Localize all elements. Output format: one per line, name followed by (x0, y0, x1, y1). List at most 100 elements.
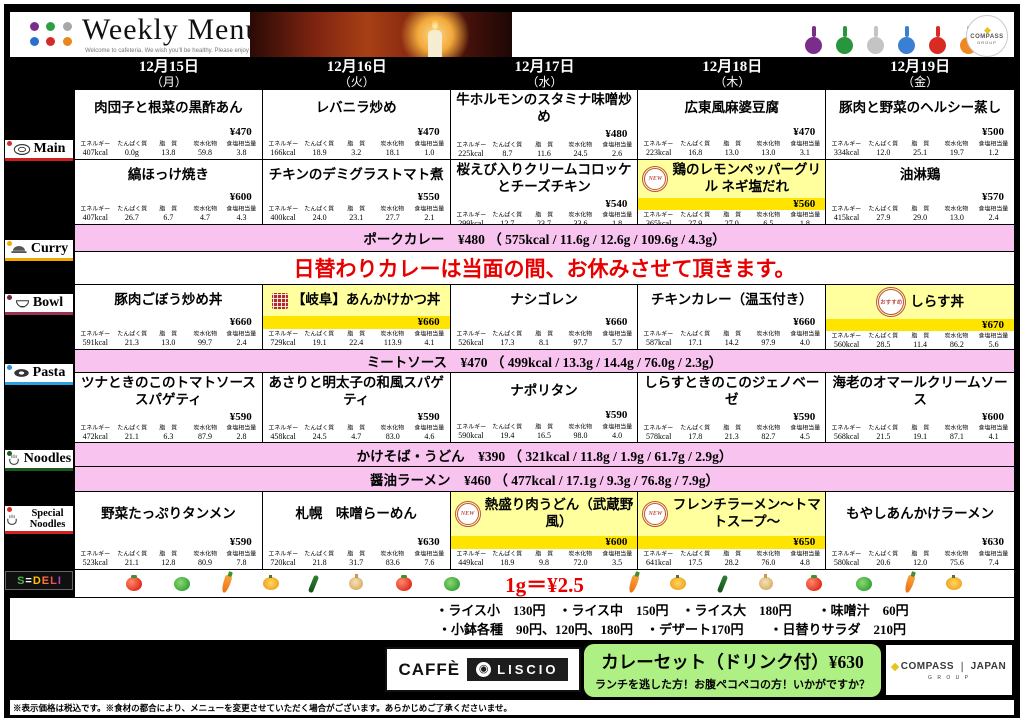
nutrition-col: たんぱく質24.5 (301, 423, 338, 441)
nutrition-col: たんぱく質17.3 (489, 329, 526, 347)
nutrition-col: 食塩相当量4.5 (787, 423, 824, 441)
nutrition-value: 87.1 (938, 433, 975, 441)
candle-flame-icon (432, 18, 438, 30)
nutrition-label: たんぱく質 (868, 140, 899, 149)
menu-item-price: ¥590 (793, 411, 815, 423)
footnote: ※表示価格は税込です。※食材の都合により、メニューを変更させていただく場合がござ… (10, 700, 1014, 715)
nutrition-label: 脂 質 (153, 424, 184, 433)
nutrition-label: 脂 質 (528, 211, 559, 220)
nutrition-col: 脂 質23.7 (526, 210, 563, 224)
nutrition-table: エネルギー449kcalたんぱく質18.9脂 質9.8炭水化物72.0食塩相当量… (451, 549, 638, 569)
noodle-bowl-icon (5, 512, 19, 527)
menu-item-price: ¥590 (230, 536, 252, 548)
nutrition-value: 0.0g (114, 149, 151, 157)
nutrition-value: 26.7 (114, 214, 151, 222)
menu-cell: 肉団子と根菜の黒酢あん¥470エネルギー407kcalたんぱく質0.0g脂 質1… (75, 90, 263, 159)
nutrition-label: 食塩相当量 (978, 332, 1009, 341)
menu-item-title-wrap: NEW熱盛り肉うどん（武蔵野風） (451, 492, 638, 536)
nutrition-label: 脂 質 (153, 205, 184, 214)
liscio-text: LISCIO (497, 662, 558, 677)
nutrition-label: 炭水化物 (941, 140, 972, 149)
nutrition-table: エネルギー523kcalたんぱく質21.1脂 質12.8炭水化物80.9食塩相当… (75, 549, 262, 569)
nutrition-col: エネルギー299kcal (453, 210, 490, 224)
menu-cell: 油淋鶏¥570エネルギー415kcalたんぱく質27.9脂 質29.0炭水化物1… (826, 160, 1014, 224)
dot-icon (63, 22, 72, 31)
nutrition-col: 脂 質13.8 (150, 139, 187, 157)
date-cell: 12月19日（金） (826, 57, 1014, 90)
nutrition-table: エネルギー166kcalたんぱく質18.9脂 質3.2炭水化物18.1食塩相当量… (263, 139, 450, 159)
sdeli-letter: E (42, 575, 49, 587)
pasta-fixed-band: ミートソース ¥470 （ 499kcal / 13.3g / 14.4g / … (75, 350, 1014, 373)
menu-item-title-wrap: もやしあんかけラーメン (826, 492, 1014, 536)
nutrition-col: 炭水化物72.0 (562, 549, 599, 567)
price-row: ¥600 (451, 536, 638, 549)
price-row: ¥660 (638, 316, 825, 329)
menu-item-name: 肉団子と根菜の黒酢あん (94, 100, 243, 117)
nutrition-label: 食塩相当量 (414, 550, 445, 559)
nutrition-value: 23.1 (338, 214, 375, 222)
menu-item-name: 札幌 味噌らーめん (295, 506, 417, 523)
nutrition-value: 19.7 (938, 149, 975, 157)
nutrition-col: 炭水化物87.9 (187, 423, 224, 441)
nutrition-value: 86.2 (938, 341, 975, 349)
pan-icon (898, 37, 915, 54)
menu-item-title-wrap: しらすときのこのジェノベーゼ (638, 373, 825, 411)
nutrition-value: 18.1 (374, 149, 411, 157)
nutrition-col: たんぱく質17.8 (677, 423, 714, 441)
cucumber-icon (717, 574, 728, 593)
nutrition-col: 炭水化物19.7 (938, 139, 975, 157)
nutrition-value: 4.8 (787, 559, 824, 567)
nutrition-label: 炭水化物 (189, 330, 220, 339)
nutrition-value: 4.1 (975, 433, 1012, 441)
nutrition-label: 炭水化物 (753, 330, 784, 339)
menu-item-price: ¥540 (605, 198, 627, 210)
nutrition-value: 334kcal (828, 149, 865, 157)
nutrition-label: 脂 質 (904, 205, 935, 214)
special-noodles-dot-icon (7, 507, 12, 512)
compass-mark-icon (983, 26, 990, 33)
deli-rate-row: 1g＝¥2.5 (75, 570, 1014, 598)
nutrition-label: たんぱく質 (868, 332, 899, 341)
menu-cell: もやしあんかけラーメン¥630エネルギー580kcalたんぱく質20.6脂 質1… (826, 492, 1014, 569)
nutrition-value: 4.1 (411, 339, 448, 347)
nutrition-col: エネルギー400kcal (265, 204, 302, 222)
nutrition-label: 食塩相当量 (978, 424, 1009, 433)
nutrition-col: 炭水化物18.1 (374, 139, 411, 157)
nutrition-col: 食塩相当量2.8 (223, 423, 260, 441)
date-cell: 12月16日（火） (263, 57, 451, 90)
nutrition-value: 76.0 (750, 559, 787, 567)
day-text: （金） (826, 76, 1014, 89)
nutrition-label: たんぱく質 (492, 423, 523, 432)
nutrition-col: 脂 質11.6 (526, 140, 563, 158)
nutrition-label: 炭水化物 (941, 550, 972, 559)
nutrition-col: たんぱく質0.0g (114, 139, 151, 157)
nutrition-value: 17.5 (677, 559, 714, 567)
nutrition-col: たんぱく質21.8 (301, 549, 338, 567)
curry-fixed-band: ポークカレー ¥480 （ 575kcal / 11.6g / 12.6g / … (75, 225, 1014, 252)
menu-item-price: ¥630 (982, 536, 1004, 548)
nutrition-label: 食塩相当量 (978, 550, 1009, 559)
nutrition-label: エネルギー (643, 550, 674, 559)
nutrition-label: 炭水化物 (941, 332, 972, 341)
nutrition-label: たんぱく質 (492, 141, 523, 150)
nutrition-col: エネルギー568kcal (828, 423, 865, 441)
nutrition-table: エネルギー400kcalたんぱく質24.0脂 質23.1炭水化物27.7食塩相当… (263, 204, 450, 224)
nutrition-col: 脂 質25.1 (902, 139, 939, 157)
menu-item-title-wrap: 札幌 味噌らーめん (263, 492, 450, 536)
nutrition-value: 365kcal (640, 220, 677, 224)
compass-name: COMPASS (901, 661, 954, 672)
nutrition-label: 脂 質 (153, 140, 184, 149)
menu-item-price: ¥590 (230, 411, 252, 423)
nutrition-label: たんぱく質 (116, 424, 147, 433)
soba-udon-band: かけそば・うどん ¥390 （ 321kcal / 11.8g / 1.9g /… (75, 443, 1014, 467)
nutrition-label: エネルギー (831, 424, 862, 433)
main-row-2: 縞ほっけ焼き¥600エネルギー407kcalたんぱく質26.7脂 質6.7炭水化… (75, 160, 1014, 225)
nutrition-col: エネルギー720kcal (265, 549, 302, 567)
nutrition-value: 113.9 (374, 339, 411, 347)
nutrition-value: 720kcal (265, 559, 302, 567)
menu-item-title-wrap: おすすめしらす丼 (826, 285, 1014, 319)
nutrition-label: たんぱく質 (680, 424, 711, 433)
nutrition-label: 炭水化物 (565, 423, 596, 432)
nutrition-value: 33.6 (562, 220, 599, 224)
nutrition-label: 炭水化物 (753, 211, 784, 220)
